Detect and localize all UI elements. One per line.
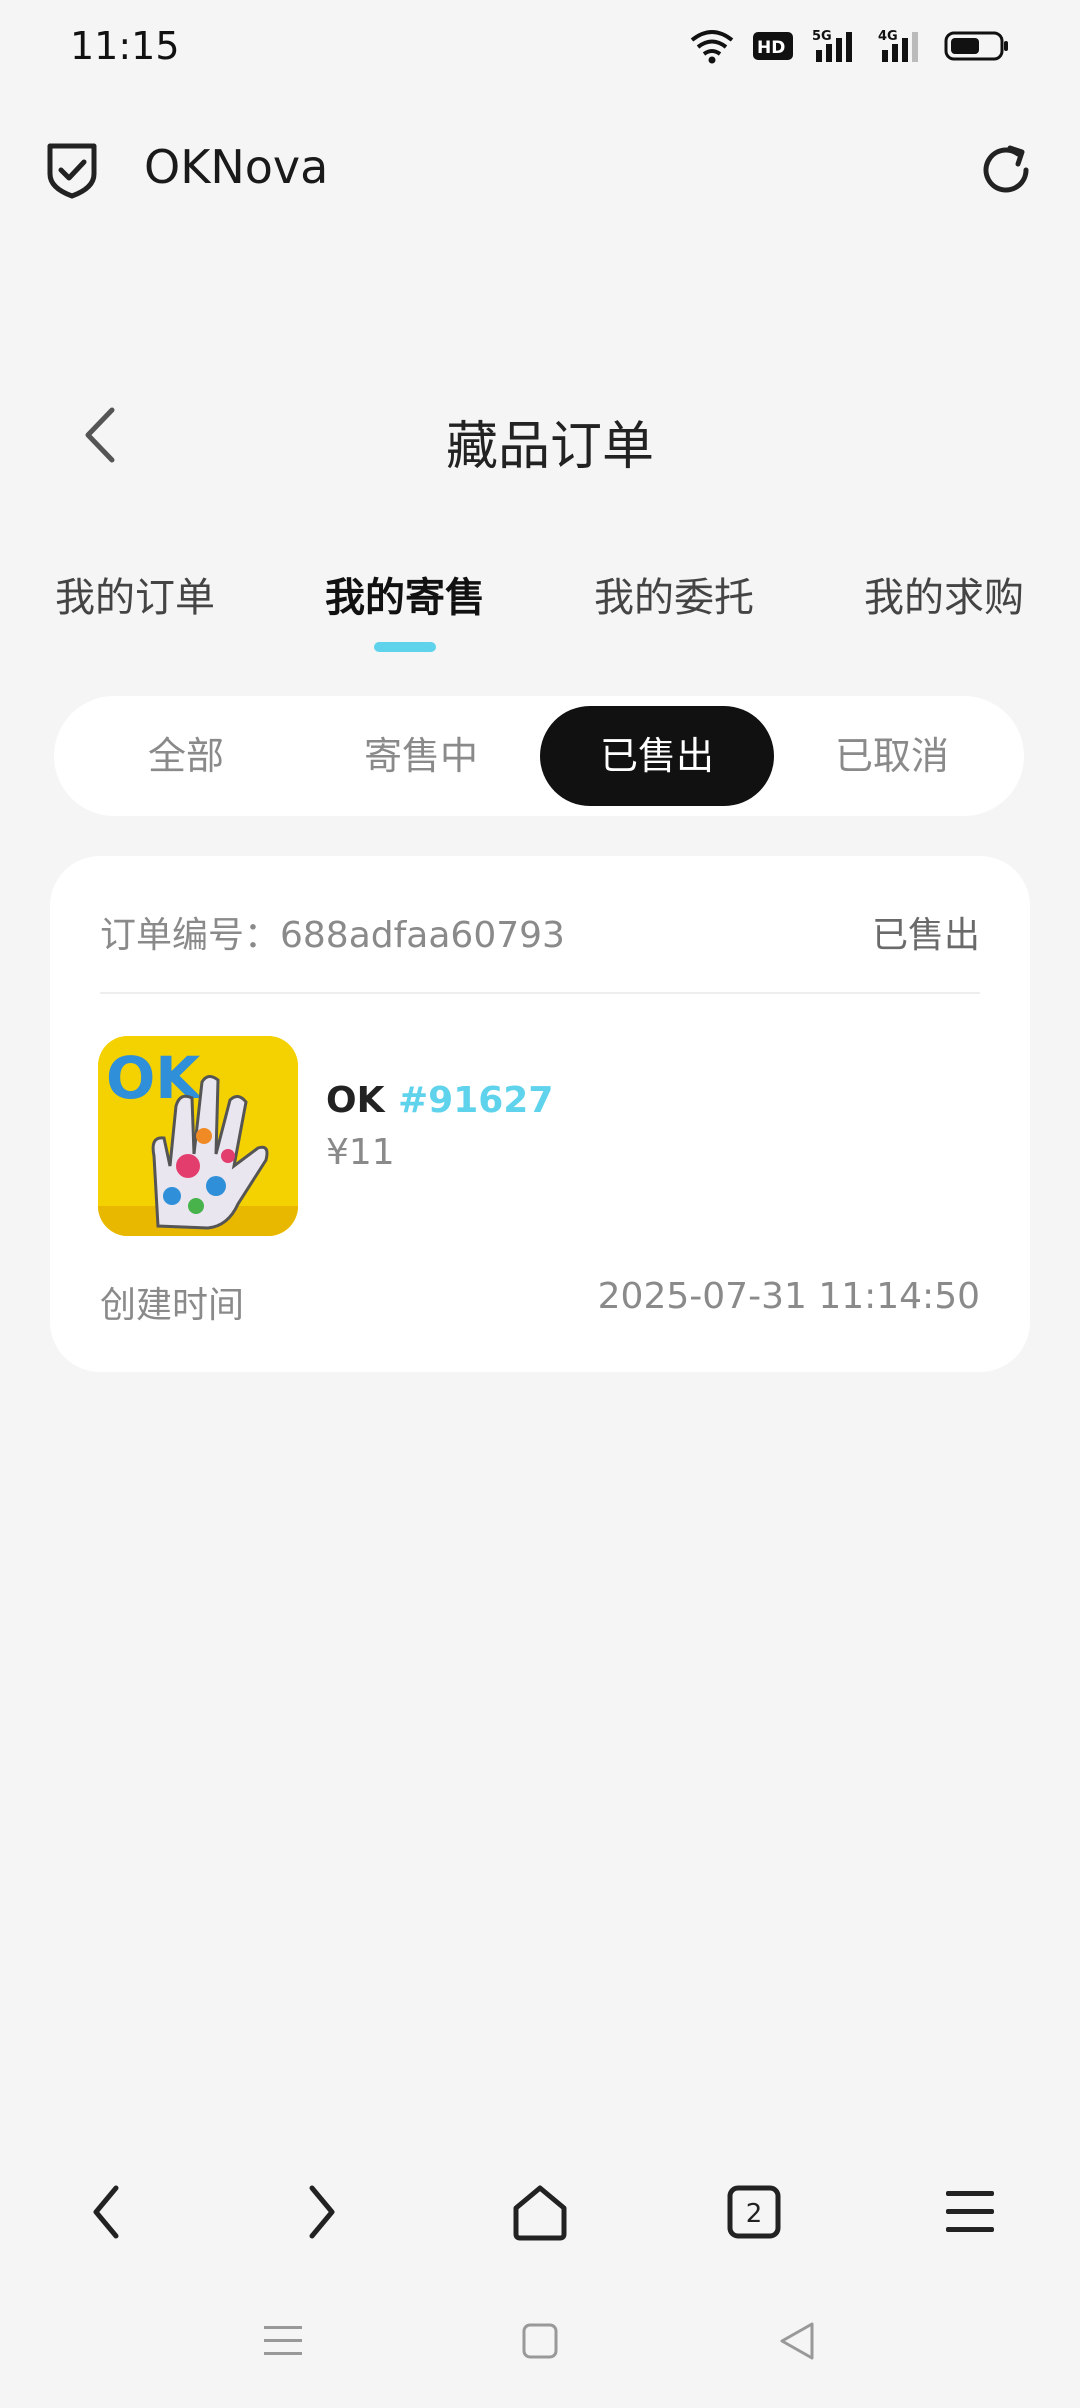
sys-menu-icon[interactable] xyxy=(258,2316,308,2366)
order-card[interactable]: 订单编号：688adfaa60793 已售出 OK OK #91627 ¥11 … xyxy=(50,856,1030,1372)
created-time-label: 创建时间 xyxy=(100,1285,245,1326)
menu-icon[interactable] xyxy=(930,2172,1010,2252)
shield-icon[interactable] xyxy=(44,140,100,200)
tab-my-orders[interactable]: 我的订单 xyxy=(25,565,245,623)
page-title: 藏品订单 xyxy=(445,417,654,477)
item-name: OK xyxy=(326,1080,385,1121)
status-icons: HD 5G 4G xyxy=(690,28,1010,64)
divider xyxy=(100,992,980,994)
tab-my-consignment[interactable]: 我的寄售 xyxy=(295,565,515,623)
wifi-icon xyxy=(690,30,734,64)
hd-icon: HD xyxy=(753,32,793,60)
system-nav-bar xyxy=(0,2300,1080,2380)
filter-cancelled[interactable]: 已取消 xyxy=(775,706,1009,806)
filter-sold[interactable]: 已售出 xyxy=(540,706,774,806)
filter-on-sale[interactable]: 寄售中 xyxy=(304,706,538,806)
order-tabs: 我的订单 我的寄售 我的委托 我的求购 xyxy=(0,565,1080,655)
order-status: 已售出 xyxy=(871,915,980,956)
status-filter: 全部 寄售中 已售出 已取消 xyxy=(54,696,1024,816)
signal-icon: 5G xyxy=(812,29,852,62)
status-bar: 11:15 HD 5G 4G xyxy=(0,0,1080,100)
item-thumbnail: OK xyxy=(98,1036,298,1236)
svg-text:4G: 4G xyxy=(878,29,898,44)
home-icon[interactable] xyxy=(500,2172,580,2252)
tab-my-entrust[interactable]: 我的委托 xyxy=(564,565,784,623)
order-number: 订单编号：688adfaa60793 xyxy=(100,915,565,956)
tab-my-purchase[interactable]: 我的求购 xyxy=(834,565,1054,623)
tabs-icon[interactable]: 2 xyxy=(714,2172,794,2252)
svg-text:5G: 5G xyxy=(812,29,832,44)
battery-icon xyxy=(944,31,1008,61)
browser-title: OKNova xyxy=(144,140,329,194)
item-price: ¥11 xyxy=(326,1132,395,1173)
svg-text:HD: HD xyxy=(757,38,785,58)
sys-home-icon[interactable] xyxy=(515,2316,565,2366)
reload-icon[interactable] xyxy=(976,140,1036,200)
nav-forward-icon[interactable] xyxy=(282,2172,362,2252)
item-id: #91627 xyxy=(398,1080,554,1121)
created-time-value: 2025-07-31 11:14:50 xyxy=(597,1276,980,1317)
filter-all[interactable]: 全部 xyxy=(69,706,303,806)
signal-icon: 4G xyxy=(878,29,918,62)
status-time: 11:15 xyxy=(70,24,180,68)
svg-text:2: 2 xyxy=(746,2199,763,2229)
nav-back-icon[interactable] xyxy=(66,2172,146,2252)
browser-bottom-nav: 2 xyxy=(0,2160,1080,2260)
browser-toolbar: OKNova xyxy=(0,110,1080,230)
sys-back-icon[interactable] xyxy=(772,2316,822,2366)
tab-indicator xyxy=(374,642,436,652)
